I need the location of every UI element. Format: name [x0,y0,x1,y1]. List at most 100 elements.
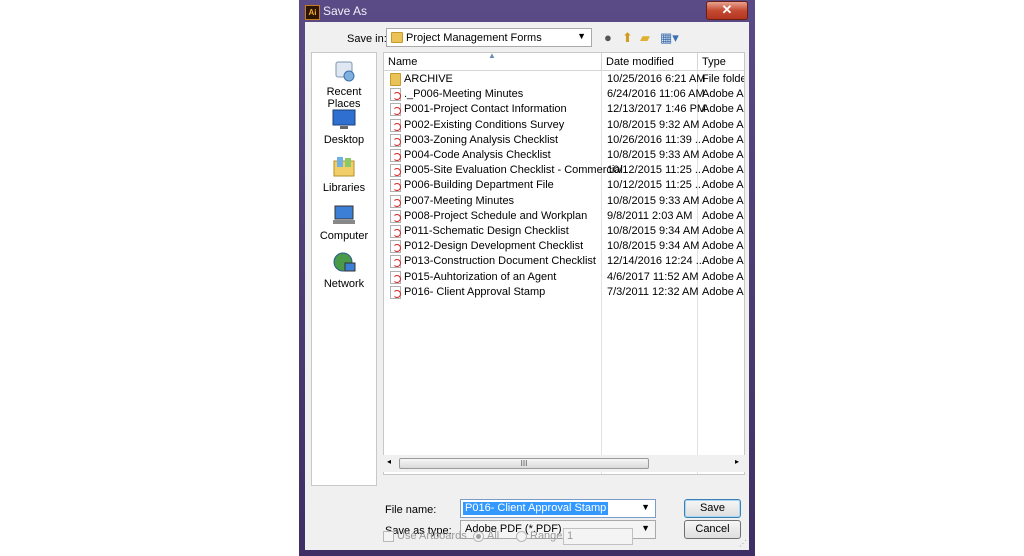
file-type: Adobe Ac [702,133,745,146]
file-type: Adobe Ac [702,240,745,253]
file-row[interactable]: P012-Design Development Checklist 10/8/20… [384,239,744,254]
file-row[interactable]: P001-Project Contact Information 12/13/20… [384,102,744,117]
file-name: P015-Auhtorization of an Agent [404,270,557,283]
range-label: Range: [530,530,566,542]
file-row[interactable]: P005-Site Evaluation Checklist - Commerc… [384,163,744,178]
file-row[interactable]: P002-Existing Conditions Survey 10/8/2015… [384,118,744,133]
place-label: Network [323,278,365,290]
file-type: Adobe Ac [702,270,745,283]
file-date: 10/8/2015 9:34 AM [607,225,700,237]
libraries-icon [330,155,358,179]
file-type: File folder [702,73,744,85]
place-label: Libraries [322,182,366,194]
save-in-dropdown[interactable]: Project Management Forms ▼ [386,28,592,47]
file-name: P016- Client Approval Stamp [404,285,546,298]
pdf-file-icon [390,164,401,178]
file-name: ._P006-Meeting Minutes [404,88,524,101]
pdf-file-icon [390,225,401,238]
resize-grip-icon[interactable]: ⋰ [739,539,747,548]
network-icon [330,251,358,275]
pdf-file-icon [390,133,401,147]
scroll-left-arrow-icon[interactable]: ◂ [387,457,391,466]
place-network[interactable]: Network [312,251,376,290]
view-menu-icon[interactable]: ▦▾ [660,30,679,45]
file-date: 4/6/2017 11:52 AM [607,270,699,283]
pdf-file-icon [390,179,401,193]
file-row[interactable]: P013-Construction Document Checklist 12/1… [384,254,744,269]
desktop-icon [330,107,358,131]
file-list[interactable]: ▲ Name Date modified Type ARCHIVE 10/25/2… [383,52,745,475]
file-name: P006-Building Department File [404,179,554,192]
use-artboards-checkbox[interactable] [383,531,394,542]
file-name: P005-Site Evaluation Checklist - Commerc… [404,164,623,177]
file-name: P013-Construction Document Checklist [404,255,596,268]
column-header-type[interactable]: Type [698,53,744,71]
file-name: P011-Schematic Design Checklist [404,225,569,237]
column-header-label: Name [388,56,418,68]
file-row[interactable]: P015-Auhtorization of an Agent 4/6/2017 1… [384,270,744,285]
file-type: Adobe Ac [702,118,745,131]
file-type: Adobe Ac [702,164,745,177]
column-header-name[interactable]: ▲ Name [384,53,602,71]
save-button[interactable]: Save [684,499,741,518]
place-recent-places[interactable]: Recent Places [312,59,376,110]
range-value: 1 [567,530,574,542]
new-folder-icon[interactable]: ▰ [640,30,650,45]
file-row[interactable]: P004-Code Analysis Checklist 10/8/2015 9:… [384,148,744,163]
file-name-value: P016- Client Approval Stamp [463,502,609,515]
all-radio[interactable] [473,531,484,542]
file-name-input[interactable]: P016- Client Approval Stamp ▼ [460,499,656,518]
file-date: 7/3/2011 12:32 AM [607,285,699,298]
column-header-date[interactable]: Date modified [602,53,698,71]
pdf-file-icon [390,118,401,132]
current-folder-name: Project Management Forms [406,32,542,44]
file-name: P007-Meeting Minutes [404,194,515,207]
place-computer[interactable]: Computer [312,203,376,242]
file-type: Adobe Ac [702,149,745,161]
file-type: Adobe Ac [702,225,745,237]
folder-icon [391,32,403,43]
place-desktop[interactable]: Desktop [312,107,376,146]
recent-places-icon [330,59,358,83]
place-libraries[interactable]: Libraries [312,155,376,194]
file-row[interactable]: ARCHIVE 10/25/2016 6:21 AMFile folder [384,72,744,87]
file-row[interactable]: ._P006-Meeting Minutes 6/24/2016 11:06 AM… [384,87,744,102]
pdf-file-icon [390,240,401,254]
back-icon[interactable]: ● [604,30,612,45]
horizontal-scrollbar[interactable]: ◂ III ▸ [383,455,745,472]
file-type: Adobe Ac [702,179,745,192]
file-row[interactable]: P008-Project Schedule and Workplan 9/8/20… [384,209,744,224]
computer-icon [330,203,358,227]
file-type: Adobe Ac [702,103,745,116]
file-row[interactable]: P011-Schematic Design Checklist 10/8/2015… [384,224,744,239]
file-row[interactable]: P007-Meeting Minutes 10/8/2015 9:33 AM Ado… [384,194,744,209]
file-name: ARCHIVE [404,73,453,85]
place-label: Desktop [323,134,365,146]
title-bar[interactable]: Ai Save As ✕ [299,0,755,22]
file-name: P001-Project Contact Information [404,103,567,116]
file-date: 12/13/2017 1:46 PM [607,103,707,116]
range-radio[interactable] [516,531,527,542]
cancel-button[interactable]: Cancel [684,520,741,539]
file-date: 12/14/2016 12:24 ... [607,255,705,268]
file-date: 10/12/2015 11:25 ... [607,179,705,192]
file-name: P002-Existing Conditions Survey [404,118,565,131]
file-row[interactable]: P016- Client Approval Stamp 7/3/2011 12:3… [384,285,744,300]
pdf-file-icon [390,194,401,208]
scrollbar-thumb[interactable]: III [399,458,649,469]
file-row[interactable]: P006-Building Department File 10/12/2015 … [384,178,744,193]
scroll-right-arrow-icon[interactable]: ▸ [735,457,739,466]
close-button[interactable]: ✕ [706,1,748,20]
illustrator-app-icon: Ai [305,5,320,20]
file-date: 10/8/2015 9:34 AM [607,240,700,253]
places-bar: Recent Places Desktop Libraries Computer [311,52,377,486]
file-name-label: File name: [385,504,437,516]
save-as-dialog: Ai Save As ✕ Save in: Project Management… [299,0,755,556]
place-label: Computer [319,230,369,242]
range-input[interactable]: 1 [563,528,633,545]
file-name: P003-Zoning Analysis Checklist [404,133,559,146]
up-folder-icon[interactable]: ⬆ [622,30,633,45]
file-type: Adobe Ac [702,194,745,207]
chevron-down-icon[interactable]: ▼ [641,502,650,512]
file-row[interactable]: P003-Zoning Analysis Checklist 10/26/2016… [384,133,744,148]
